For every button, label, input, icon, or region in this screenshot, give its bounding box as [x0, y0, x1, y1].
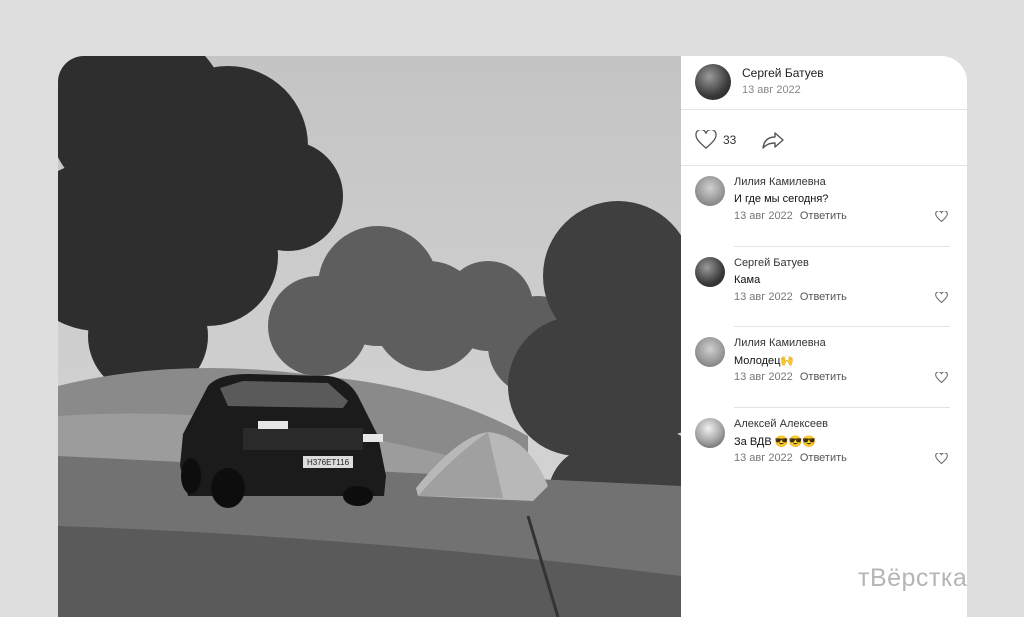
commenter-avatar[interactable]	[695, 337, 725, 367]
reply-button[interactable]: Ответить	[800, 291, 847, 303]
heart-icon	[695, 130, 717, 149]
post-photo[interactable]: Н376ЕТ116	[58, 56, 681, 617]
comment-like-icon[interactable]	[935, 372, 948, 383]
car: Н376ЕТ116	[180, 374, 386, 508]
reply-button[interactable]: Ответить	[800, 452, 847, 464]
like-button[interactable]: 33	[695, 130, 736, 149]
comment-item: Лилия Камилевна И где мы сегодня? 13 авг…	[681, 166, 967, 246]
comment-meta: 13 авг 2022 Ответить	[734, 452, 847, 464]
comment-like-icon[interactable]	[935, 211, 948, 222]
post-actions: 33	[681, 110, 967, 166]
watermark-logo: тВёрстка	[858, 564, 968, 592]
comment-like-icon[interactable]	[935, 453, 948, 464]
comment-text: И где мы сегодня?	[734, 193, 829, 205]
author-name[interactable]: Сергей Батуев	[742, 66, 824, 80]
comment-meta: 13 авг 2022 Ответить	[734, 210, 847, 222]
comment-meta: 13 авг 2022 Ответить	[734, 371, 847, 383]
commenter-avatar[interactable]	[695, 418, 725, 448]
comment-author[interactable]: Сергей Батуев	[734, 257, 809, 269]
like-count: 33	[723, 132, 737, 147]
share-icon	[762, 132, 784, 149]
comment-author[interactable]: Лилия Камилевна	[734, 176, 826, 188]
comment-author[interactable]: Лилия Камилевна	[734, 337, 826, 349]
comment-text: За ВДВ 😎😎😎	[734, 436, 816, 448]
comment-like-icon[interactable]	[935, 292, 948, 303]
comment-meta: 13 авг 2022 Ответить	[734, 291, 847, 303]
license-plate: Н376ЕТ116	[307, 458, 350, 467]
comment-text: Молодец🙌	[734, 355, 795, 367]
comment-date: 13 авг 2022	[734, 452, 793, 464]
comment-date: 13 авг 2022	[734, 371, 793, 383]
commenter-avatar[interactable]	[695, 257, 725, 287]
comment-text: Кама	[734, 274, 761, 286]
comment-date: 13 авг 2022	[734, 291, 793, 303]
comment-item: Лилия Камилевна Молодец🙌 13 авг 2022 Отв…	[681, 327, 967, 407]
commenter-avatar[interactable]	[695, 176, 725, 206]
post-date: 13 авг 2022	[742, 84, 801, 96]
comment-date: 13 авг 2022	[734, 210, 793, 222]
post-author-header: Сергей Батуев 13 авг 2022	[681, 56, 967, 110]
photo-scene: Н376ЕТ116	[58, 56, 681, 617]
comment-item: Сергей Батуев Кама 13 авг 2022 Ответить	[681, 247, 967, 327]
post-sidebar: Сергей Батуев 13 авг 2022 33 Лилия Камил…	[681, 56, 967, 617]
post-card: Н376ЕТ116 Сергей Батуев 13 авг 2022 33 Л…	[58, 56, 967, 617]
comment-item: Алексей Алексеев За ВДВ 😎😎😎 13 авг 2022 …	[681, 408, 967, 488]
reply-button[interactable]: Ответить	[800, 371, 847, 383]
share-button[interactable]	[761, 130, 785, 155]
comment-author[interactable]: Алексей Алексеев	[734, 418, 828, 430]
reply-button[interactable]: Ответить	[800, 210, 847, 222]
author-avatar[interactable]	[695, 64, 731, 100]
